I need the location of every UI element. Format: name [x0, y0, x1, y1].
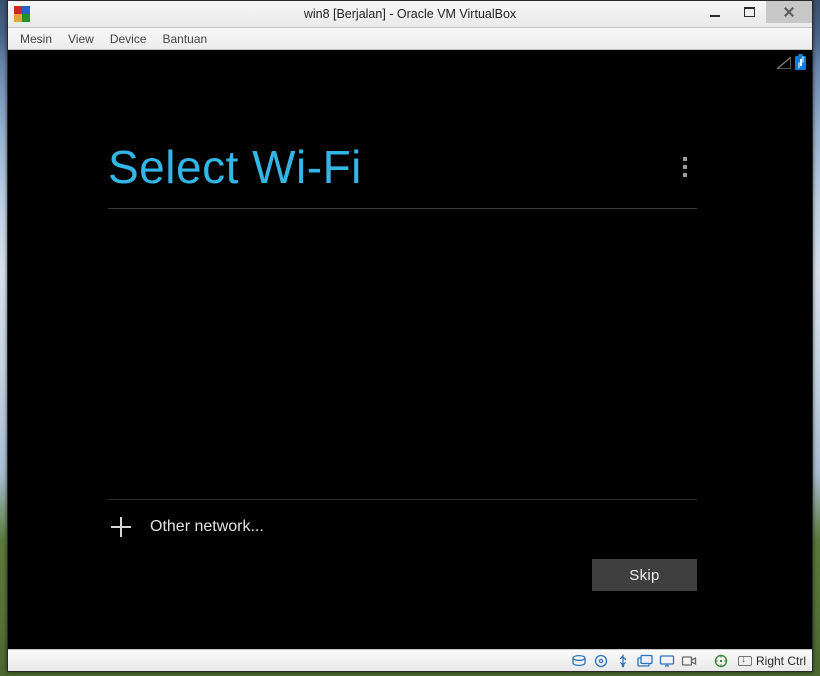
menu-device[interactable]: Device [102, 30, 155, 48]
close-button[interactable] [766, 1, 812, 23]
video-capture-icon[interactable] [680, 652, 698, 670]
usb-icon[interactable] [614, 652, 632, 670]
menu-view[interactable]: View [60, 30, 102, 48]
dot-icon [683, 173, 687, 177]
harddisk-activity-icon[interactable] [570, 652, 588, 670]
plus-icon [110, 516, 132, 538]
dot-icon [683, 157, 687, 161]
keyboard-icon [738, 656, 752, 666]
host-key-label: Right Ctrl [756, 654, 806, 668]
overflow-menu-button[interactable] [673, 149, 697, 185]
menubar: Mesin View Device Bantuan [8, 28, 812, 50]
cellular-signal-icon [777, 57, 791, 69]
menu-machine[interactable]: Mesin [12, 30, 60, 48]
optical-drive-icon[interactable] [592, 652, 610, 670]
virtualbox-app-icon [14, 6, 30, 22]
guest-additions-icon[interactable] [712, 652, 730, 670]
guest-screen[interactable]: Select Wi-Fi Other network... Skip [8, 50, 812, 649]
header-divider [108, 208, 697, 209]
wifi-setup-panel: Select Wi-Fi Other network... Skip [108, 140, 697, 589]
window-controls [698, 1, 812, 27]
page-title: Select Wi-Fi [108, 140, 362, 194]
display-icon[interactable] [658, 652, 676, 670]
maximize-button[interactable] [732, 1, 766, 23]
virtualbox-window: win8 [Berjalan] - Oracle VM VirtualBox M… [7, 0, 813, 672]
dot-icon [683, 165, 687, 169]
battery-charging-icon [795, 56, 806, 70]
skip-button[interactable]: Skip [592, 559, 697, 591]
minimize-button[interactable] [698, 1, 732, 23]
guest-status-tray [777, 56, 806, 70]
shared-folders-icon[interactable] [636, 652, 654, 670]
host-key-indicator[interactable]: Right Ctrl [738, 654, 806, 668]
other-network-label: Other network... [150, 518, 264, 536]
menu-help[interactable]: Bantuan [155, 30, 216, 48]
virtualbox-statusbar: Right Ctrl [8, 649, 812, 671]
window-title: win8 [Berjalan] - Oracle VM VirtualBox [8, 7, 812, 21]
window-titlebar[interactable]: win8 [Berjalan] - Oracle VM VirtualBox [8, 1, 812, 28]
skip-button-label: Skip [629, 567, 659, 584]
other-network-row[interactable]: Other network... [108, 500, 697, 538]
